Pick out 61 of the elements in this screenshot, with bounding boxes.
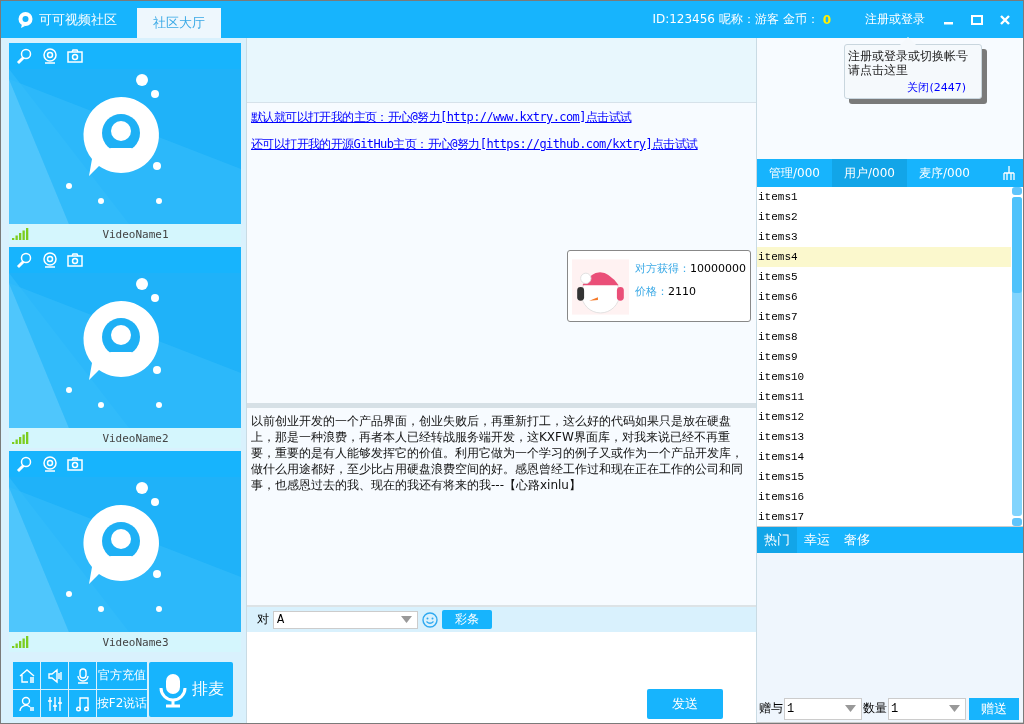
video-name: VideoName2 — [101, 431, 170, 445]
app-logo-icon — [18, 11, 33, 28]
user-list-icon[interactable] — [13, 690, 40, 717]
recipient-dropdown[interactable]: 1 — [784, 697, 862, 720]
quantity-label: 数量 — [863, 700, 887, 717]
tooltip-text: 注册或登录或切换帐号 请点击这里 — [848, 49, 968, 77]
user-list-item[interactable]: items16 — [757, 487, 1011, 507]
user-list-item[interactable]: items4 — [757, 247, 1011, 267]
received-value: 10000000 — [690, 262, 746, 275]
video-name: VideoName1 — [101, 227, 170, 241]
caret-icon — [845, 705, 856, 712]
music-note-icon[interactable] — [69, 690, 96, 717]
link[interactable]: 默认就可以打开我的主页：开心@努力[http://www.kxtry.com]点击试试 — [251, 109, 756, 126]
user-list-item[interactable]: items6 — [757, 287, 1011, 307]
user-list-item[interactable]: items7 — [757, 307, 1011, 327]
camera-icon[interactable] — [66, 47, 84, 65]
caret-icon — [401, 616, 412, 623]
user-list-item[interactable]: items13 — [757, 427, 1011, 447]
close-icon[interactable] — [999, 13, 1011, 26]
target-dropdown[interactable]: A — [273, 610, 418, 629]
maximize-icon[interactable] — [971, 13, 983, 26]
camera-icon[interactable] — [66, 455, 84, 473]
user-info: ID:123456 呢称：游客 金币： — [652, 11, 819, 28]
received-label: 对方获得： — [635, 262, 690, 275]
user-list-item[interactable]: items12 — [757, 407, 1011, 427]
webcam-icon[interactable] — [41, 47, 59, 65]
webcam-icon[interactable] — [41, 251, 59, 269]
user-list-item[interactable]: items9 — [757, 347, 1011, 367]
notice-text: 以前创业开发的一个产品界面，创业失败后，再重新打工，这么好的代码如果只是放在硬盘上，那是一种浪费，再者本人已经转战服务端开发，这KXFW界面库，对我来说已经不再重要，重要的是有人能够发挥它的价值。利用它做为一个学习的例子又或作为一个产品开发库，做什么用途都好，至少比占用硬盘浪费空间的好。感恩曾经工作过和现在正在工作的公司和同事，也感恩过去的我、现在的我还有将来的我---【心路xinlu】 — [247, 408, 756, 605]
signal-icon — [12, 228, 30, 240]
speaker-icon[interactable] — [41, 662, 68, 689]
app-title: 可可视频社区 — [39, 10, 117, 29]
price-label: 价格： — [635, 285, 668, 298]
user-list-item[interactable]: items15 — [757, 467, 1011, 487]
camera-icon[interactable] — [66, 251, 84, 269]
user-list-item[interactable]: items14 — [757, 447, 1011, 467]
signal-icon — [12, 432, 30, 444]
smiley-icon[interactable] — [422, 611, 438, 628]
recipient-label: 赠与 — [759, 700, 783, 717]
price-value: 2110 — [668, 285, 696, 298]
target-label: 对 — [257, 611, 269, 628]
link[interactable]: 还可以打开我的开源GitHub主页：开心@努力[https://github.com/kxtry]点击试试 — [251, 136, 756, 153]
scrollbar[interactable] — [1011, 187, 1023, 526]
close-link[interactable]: 关闭(2447) — [848, 81, 978, 95]
equalizer-icon[interactable] — [41, 690, 68, 717]
video-name: VideoName3 — [101, 635, 170, 649]
coin-count: 0 — [822, 12, 831, 27]
user-list-item[interactable]: items2 — [757, 207, 1011, 227]
user-list-item[interactable]: items5 — [757, 267, 1011, 287]
user-list-item[interactable]: items10 — [757, 367, 1011, 387]
home-icon[interactable] — [13, 662, 40, 689]
user-list-item[interactable]: items11 — [757, 387, 1011, 407]
broom-icon[interactable] — [1001, 165, 1017, 181]
user-list-item[interactable]: items8 — [757, 327, 1011, 347]
caret-icon — [949, 705, 960, 712]
user-list-item[interactable]: items3 — [757, 227, 1011, 247]
user-list-item[interactable]: items17 — [757, 507, 1011, 527]
signal-icon — [12, 636, 30, 648]
webcam-icon[interactable] — [41, 455, 59, 473]
quantity-dropdown[interactable]: 1 — [888, 697, 966, 720]
user-list-item[interactable]: items1 — [757, 187, 1011, 207]
